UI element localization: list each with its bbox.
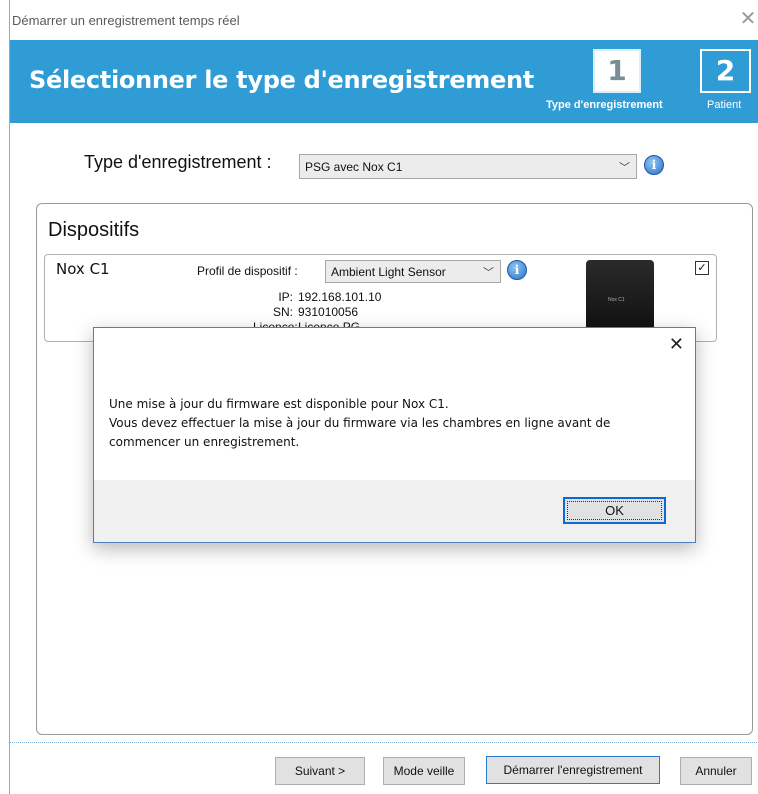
- window-close-icon[interactable]: ✕: [737, 8, 758, 30]
- step-2-number: 2: [700, 49, 751, 93]
- ip-value: 192.168.101.10: [298, 290, 382, 304]
- chevron-down-icon: ﹀: [483, 267, 494, 279]
- chevron-down-icon: ﹀: [619, 162, 630, 174]
- info-icon[interactable]: i: [644, 155, 664, 175]
- sleep-mode-button[interactable]: Mode veille: [383, 757, 465, 785]
- profile-label: Profil de dispositif :: [197, 264, 298, 278]
- device-profile-select[interactable]: Ambient Light Sensor ﹀: [325, 260, 501, 283]
- dialog-close-icon[interactable]: ✕: [669, 334, 684, 355]
- device-profile-value: Ambient Light Sensor: [331, 265, 446, 279]
- devices-title: Dispositifs: [48, 219, 140, 241]
- dialog-line-1: Une mise à jour du firmware est disponib…: [109, 397, 449, 411]
- dialog-message: Une mise à jour du firmware est disponib…: [109, 395, 610, 452]
- recording-type-label: Type d'enregistrement :: [84, 152, 272, 172]
- device-select-checkbox[interactable]: ✓: [695, 261, 709, 275]
- device-sn: SN: 931010056: [253, 305, 358, 319]
- profile-info-icon[interactable]: i: [507, 260, 527, 280]
- dialog-line-3: commencer un enregistrement.: [109, 435, 300, 449]
- step-2-label: Patient: [707, 99, 742, 111]
- step-1-number: 1: [593, 49, 641, 93]
- device-ip: IP: 192.168.101.10: [253, 290, 381, 304]
- step-1-label: Type d'enregistrement: [546, 99, 663, 111]
- ok-button[interactable]: OK: [563, 497, 666, 524]
- next-button[interactable]: Suivant >: [275, 757, 365, 785]
- cancel-button[interactable]: Annuler: [680, 757, 752, 785]
- recording-type-row: Type d'enregistrement : PSG avec Nox C1 …: [10, 150, 758, 180]
- window-title: Démarrer un enregistrement temps réel: [12, 13, 240, 28]
- firmware-dialog: ✕ Une mise à jour du firmware est dispon…: [93, 327, 696, 543]
- device-image-label: Nox C1: [608, 297, 625, 303]
- device-name: Nox C1: [56, 260, 110, 278]
- page-title: Sélectionner le type d'enregistrement: [29, 66, 534, 94]
- sn-value: 931010056: [298, 305, 359, 319]
- footer-divider: [10, 742, 758, 743]
- recording-type-select[interactable]: PSG avec Nox C1 ﹀: [299, 154, 637, 179]
- wizard-header: Sélectionner le type d'enregistrement 1 …: [10, 40, 758, 123]
- dialog-footer: OK: [94, 480, 695, 542]
- start-recording-button[interactable]: Démarrer l'enregistrement: [486, 756, 660, 784]
- sn-key: SN:: [272, 305, 293, 319]
- ip-key: IP:: [278, 290, 293, 304]
- dialog-line-2: Vous devez effectuer la mise à jour du f…: [109, 416, 611, 430]
- recording-type-value: PSG avec Nox C1: [305, 160, 403, 174]
- title-bar: Démarrer un enregistrement temps réel ✕: [10, 0, 758, 40]
